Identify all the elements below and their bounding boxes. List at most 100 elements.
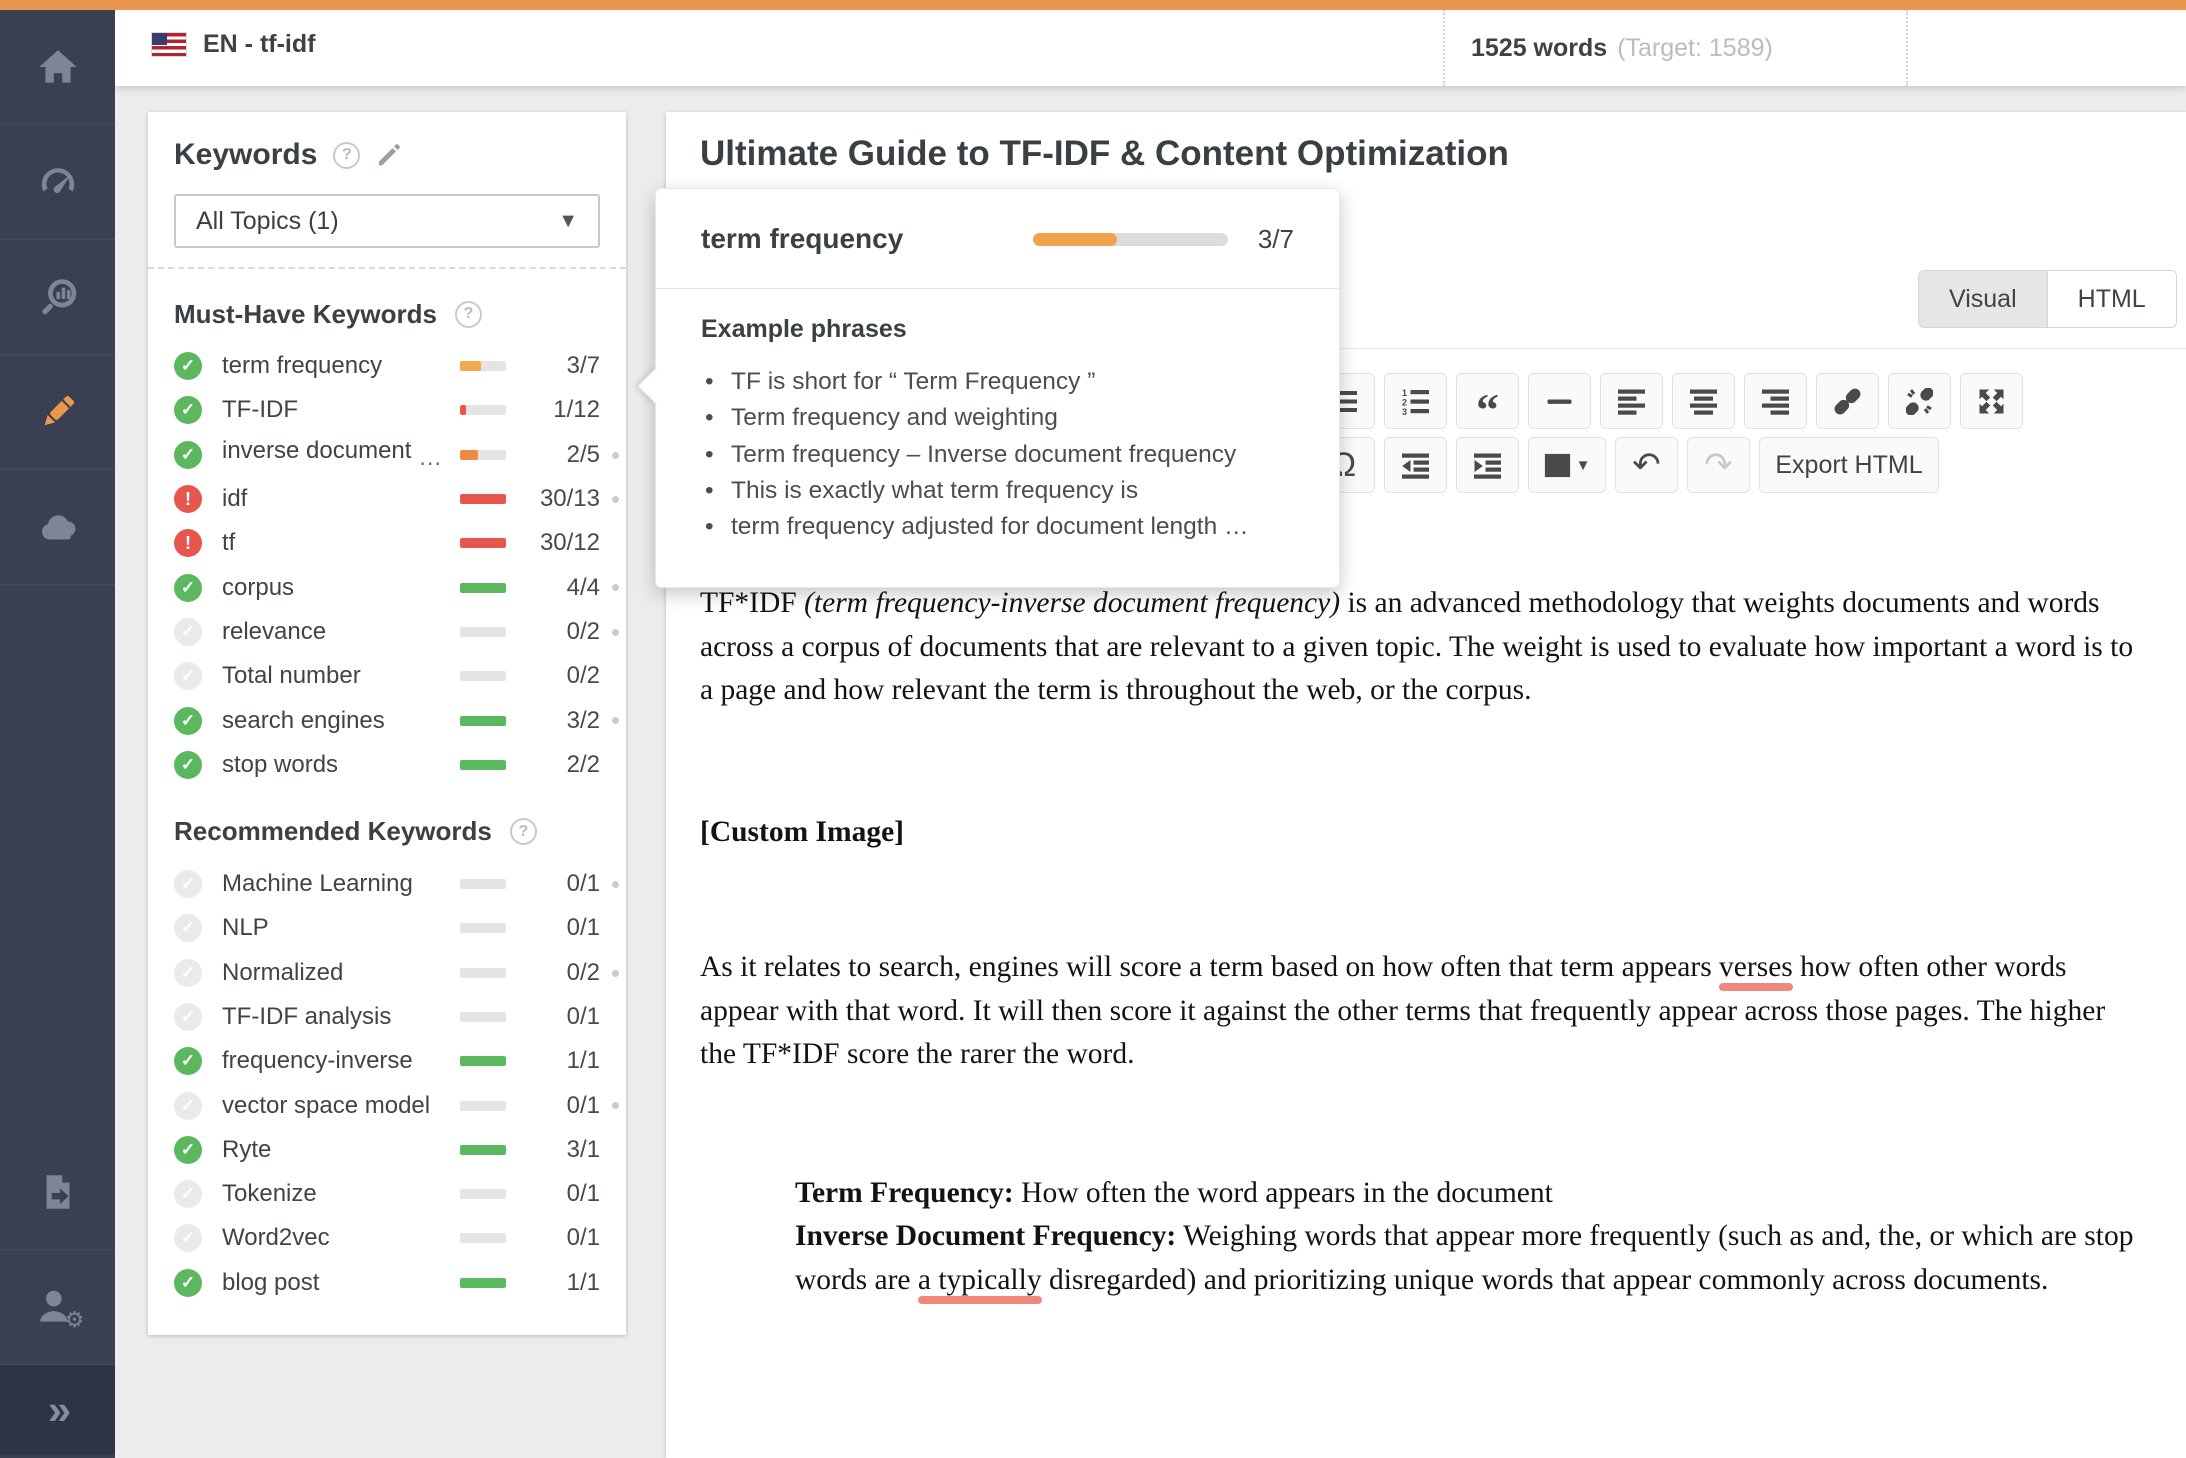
keyword-label: stop words <box>222 751 460 779</box>
double-chevron-right-icon: » <box>48 1386 67 1434</box>
svg-text:3: 3 <box>1402 407 1407 415</box>
align-left-button[interactable] <box>1600 373 1663 429</box>
keyword-row[interactable]: ✓Total number0/2 <box>174 654 600 698</box>
keyword-row[interactable]: ✓NLP0/1 <box>174 906 600 950</box>
keyword-row[interactable]: ✓inverse document …2/5 <box>174 433 600 477</box>
keyword-row[interactable]: !tf30/12 <box>174 521 600 565</box>
keyword-count: 30/13 <box>520 485 600 513</box>
word-count: 1525 words <box>1471 34 1607 63</box>
align-center-button[interactable] <box>1672 373 1735 429</box>
keyword-count: 3/2 <box>520 707 600 735</box>
section-help-icon[interactable]: ? <box>510 818 537 845</box>
keyword-label: NLP <box>222 914 460 942</box>
keyword-count: 1/1 <box>520 1269 600 1297</box>
tab-visual[interactable]: Visual <box>1919 271 2048 327</box>
status-none-icon: ✓ <box>174 914 202 942</box>
keyword-row[interactable]: ✓corpus4/4 <box>174 565 600 609</box>
status-done-icon: ✓ <box>174 441 202 469</box>
edit-keywords-icon[interactable] <box>376 142 402 168</box>
horizontal-rule-button[interactable] <box>1528 373 1591 429</box>
sidebar-item-content-editor-pencil[interactable] <box>0 355 115 470</box>
example-phrase: Term frequency – Inverse document freque… <box>701 437 1294 473</box>
divider <box>148 267 626 269</box>
sidebar-item-search-analysis[interactable] <box>0 240 115 355</box>
main-sidebar: ⚙» <box>0 10 115 1458</box>
keyword-label: search engines <box>222 707 460 735</box>
keyword-row[interactable]: ✓TF-IDF1/12 <box>174 388 600 432</box>
dot-indicator <box>612 496 619 503</box>
sidebar-item-file-export[interactable] <box>0 1135 115 1250</box>
document-title: Ultimate Guide to TF-IDF & Content Optim… <box>700 134 1509 174</box>
sidebar-item-dashboard-gauge[interactable] <box>0 125 115 240</box>
topic-filter-select[interactable]: All Topics (1) ▼ <box>174 194 600 248</box>
export-html-button[interactable]: Export HTML <box>1759 437 1939 493</box>
undo-button[interactable]: ↶ <box>1615 437 1678 493</box>
keyword-progress-bar <box>460 716 506 726</box>
keyword-count: 1/12 <box>520 396 600 424</box>
dot-indicator <box>612 881 619 888</box>
keyword-progress-bar <box>460 627 506 637</box>
keyword-count: 2/2 <box>520 751 600 779</box>
keyword-row[interactable]: ✓Normalized0/2 <box>174 951 600 995</box>
align-right-button[interactable] <box>1744 373 1807 429</box>
keyword-label: term frequency <box>222 352 460 380</box>
blockquote-button[interactable]: “ <box>1456 373 1519 429</box>
section-help-icon[interactable]: ? <box>455 301 482 328</box>
redo-button[interactable]: ↷ <box>1687 437 1750 493</box>
tab-html[interactable]: HTML <box>2048 271 2176 327</box>
status-done-icon: ✓ <box>174 352 202 380</box>
top-bar: EN - tf-idf 1525 words (Target: 1589) <box>115 10 2186 86</box>
keyword-progress-bar <box>460 494 506 504</box>
keywords-help-icon[interactable]: ? <box>333 142 360 169</box>
keyword-row[interactable]: ✓Ryte3/1 <box>174 1128 600 1172</box>
dot-indicator <box>612 1102 619 1109</box>
keyword-label: TF-IDF analysis <box>222 1003 460 1031</box>
keyword-row[interactable]: ✓term frequency3/7 <box>174 344 600 388</box>
keyword-count: 0/2 <box>520 959 600 987</box>
tooltip-keyword: term frequency <box>701 223 903 255</box>
sidebar-item-user-settings[interactable]: ⚙ <box>0 1250 115 1365</box>
keyword-row[interactable]: ✓Machine Learning0/1 <box>174 862 600 906</box>
keyword-label: blog post <box>222 1269 460 1297</box>
keyword-row[interactable]: ✓Word2vec0/1 <box>174 1216 600 1260</box>
keyword-row[interactable]: ✓search engines3/2 <box>174 698 600 742</box>
status-done-icon: ✓ <box>174 1269 202 1297</box>
keyword-progress-bar <box>460 671 506 681</box>
keyword-progress-bar <box>460 538 506 548</box>
keywords-panel: Keywords ? All Topics (1) ▼ Must-Have Ke… <box>148 112 626 1335</box>
keyword-row[interactable]: ✓frequency-inverse1/1 <box>174 1039 600 1083</box>
fullscreen-button[interactable] <box>1960 373 2023 429</box>
indent-button[interactable] <box>1456 437 1519 493</box>
link-button[interactable] <box>1816 373 1879 429</box>
sidebar-item-cloud[interactable] <box>0 470 115 585</box>
dot-indicator <box>612 584 619 591</box>
status-none-icon: ✓ <box>174 1092 202 1120</box>
keyword-label: Normalized <box>222 959 460 987</box>
content-editor-pencil-icon <box>35 389 81 435</box>
keyword-progress-bar <box>460 450 506 460</box>
keyword-row[interactable]: ✓ blog post 1/1 <box>174 1261 600 1305</box>
sidebar-item-home[interactable] <box>0 10 115 125</box>
keyword-label: relevance <box>222 618 460 646</box>
keyword-row[interactable]: ✓Tokenize0/1 <box>174 1172 600 1216</box>
document-editing-area[interactable]: TF*IDF (term frequency-inverse document … <box>700 582 2140 1302</box>
cloud-icon <box>35 504 81 550</box>
sidebar-collapse-button[interactable]: » <box>0 1365 115 1455</box>
spellcheck-underline: verses <box>1719 951 1793 983</box>
numbered-list-button[interactable]: 123 <box>1384 373 1447 429</box>
keyword-row[interactable]: ✓stop words2/2 <box>174 743 600 787</box>
keyword-label: TF-IDF <box>222 396 460 424</box>
unlink-button[interactable] <box>1888 373 1951 429</box>
keyword-count: 2/5 <box>520 441 600 469</box>
keyword-row[interactable]: !idf30/13 <box>174 477 600 521</box>
word-count-target: (Target: 1589) <box>1617 34 1773 63</box>
keyword-row[interactable]: ✓relevance0/2 <box>174 610 600 654</box>
keyword-row[interactable]: ✓vector space model0/1 <box>174 1083 600 1127</box>
keyword-count: 0/1 <box>520 1092 600 1120</box>
keyword-row[interactable]: ✓TF-IDF analysis0/1 <box>174 995 600 1039</box>
table-button[interactable]: ▼ <box>1528 437 1606 493</box>
svg-text:2: 2 <box>1402 397 1407 407</box>
outdent-button[interactable] <box>1384 437 1447 493</box>
home-icon <box>35 44 81 90</box>
keyword-label: Ryte <box>222 1136 460 1164</box>
